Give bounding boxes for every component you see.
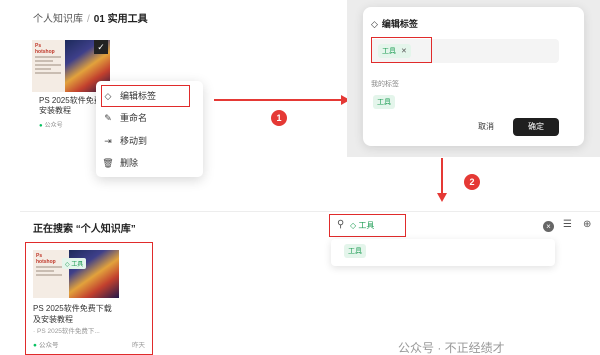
tag-suggestion-chip[interactable]: 工具 [344, 244, 366, 258]
dialog-title: ◇ 编辑标签 [371, 17, 418, 30]
step-badge-1: 1 [271, 110, 287, 126]
rename-icon: ✎ [104, 113, 112, 123]
article-snippet: · PS 2025软件免费下... [33, 325, 100, 335]
sort-icon[interactable]: ☰ [563, 219, 572, 230]
article-source: ● 公众号 [33, 339, 58, 349]
thumbnail-brand: Ps hotshop [36, 253, 56, 265]
menu-item-label: 重命名 [120, 113, 148, 123]
section-divider [20, 211, 600, 212]
article-source-label: 公众号 [38, 342, 59, 349]
confirm-button[interactable]: 确定 [513, 118, 559, 136]
menu-item-delete[interactable]: 🗑 删除 [102, 154, 138, 172]
search-title: 正在搜索 “个人知识库” [33, 224, 136, 235]
card-tag-label: 工具 [71, 262, 84, 268]
highlight-box-tag-input [371, 37, 432, 63]
my-tags-label: 我的标签 [371, 81, 399, 88]
highlight-box-search-tag [329, 214, 406, 237]
step-badge-2: 2 [464, 174, 480, 190]
trash-icon: 🗑 [102, 158, 114, 168]
arrow-down [437, 158, 447, 202]
thumbnail-text-lines [35, 56, 61, 76]
article-source-label: 公众号 [44, 123, 63, 129]
move-icon: ⇥ [104, 136, 112, 146]
card-tag-chip: ◇ 工具 [62, 258, 87, 269]
article-source: ● 公众号 [39, 120, 63, 129]
arrow-right [214, 95, 350, 105]
wechat-icon: ● [39, 123, 43, 129]
breadcrumb: 个人知识库 /01 实用工具 [33, 10, 148, 25]
clear-search-icon[interactable]: × [543, 221, 554, 232]
article-snippet-text: PS 2025软件免费下... [36, 328, 100, 335]
my-tag-chip[interactable]: 工具 [373, 95, 395, 109]
thumbnail-brand: Ps hotshop [35, 43, 55, 55]
menu-item-label: 删除 [120, 158, 139, 168]
cancel-button[interactable]: 取消 [464, 118, 508, 136]
menu-item-label: 移动到 [120, 136, 148, 146]
selected-check-icon[interactable]: ✓ [94, 40, 108, 54]
breadcrumb-separator: / [87, 14, 90, 25]
tag-icon: ◇ [371, 19, 378, 29]
highlight-box-edit-tag [101, 85, 190, 107]
menu-item-rename[interactable]: ✎ 重命名 [102, 109, 147, 127]
breadcrumb-root[interactable]: 个人知识库 [33, 14, 83, 25]
wechat-icon: ● [33, 342, 37, 349]
watermark: 公众号 · 不正经绩才 [398, 341, 505, 355]
thumbnail-text-lines [36, 266, 62, 278]
breadcrumb-current: 01 实用工具 [93, 14, 148, 25]
search-result-card[interactable]: Ps hotshop ◇ 工具 PS 2025软件免费下载 及安装教程 · PS… [25, 242, 153, 355]
article-title: PS 2025软件免费下载 及安装教程 [33, 304, 112, 324]
dialog-title-text: 编辑标签 [381, 19, 418, 29]
menu-item-move[interactable]: ⇥ 移动到 [102, 132, 147, 150]
article-date: 昨天 [132, 342, 145, 349]
new-note-icon[interactable]: ⊕ [583, 219, 591, 230]
